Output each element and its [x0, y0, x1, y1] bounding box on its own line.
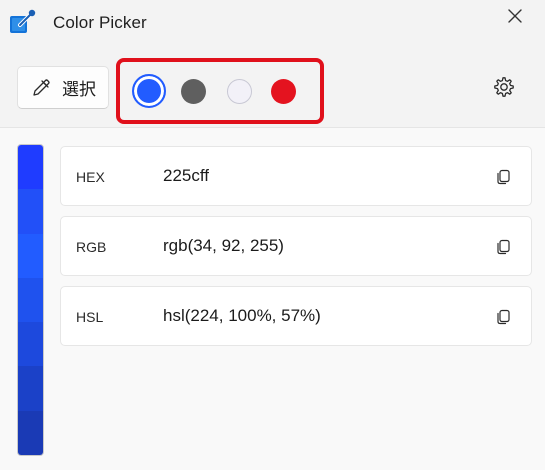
close-icon	[508, 8, 522, 28]
swatch-gray[interactable]	[181, 79, 206, 104]
color-details: HEX 225cff RGB rgb(34, 92, 255) HSL hsl(…	[0, 128, 545, 470]
recent-colors-group	[116, 58, 324, 124]
hsl-row: HSL hsl(224, 100%, 57%)	[60, 286, 532, 346]
format-label: HSL	[76, 309, 104, 325]
copy-icon[interactable]	[493, 307, 513, 327]
pick-button-label: 選択	[62, 80, 96, 99]
format-label: HEX	[76, 169, 105, 185]
eyedropper-icon	[31, 78, 51, 98]
format-label: RGB	[76, 239, 107, 255]
gear-icon	[492, 75, 516, 104]
copy-icon[interactable]	[493, 167, 513, 187]
color-shade-segment[interactable]	[18, 366, 43, 411]
color-shade-segment[interactable]	[18, 145, 43, 190]
color-shade-segment[interactable]	[18, 233, 43, 278]
color-shade-segment[interactable]	[18, 410, 43, 455]
rgb-value: rgb(34, 92, 255)	[163, 236, 284, 255]
toolbar: 選択	[0, 48, 545, 128]
color-shade-segment[interactable]	[18, 277, 43, 323]
hex-value: 225cff	[163, 166, 210, 185]
rgb-row: RGB rgb(34, 92, 255)	[60, 216, 532, 276]
close-button[interactable]	[499, 4, 531, 32]
color-shade-segment[interactable]	[18, 322, 43, 367]
title-bar: Color Picker	[0, 0, 545, 48]
hsl-value: hsl(224, 100%, 57%)	[163, 306, 321, 325]
color-shades-bar	[17, 144, 44, 456]
color-picker-icon	[8, 8, 38, 38]
copy-icon[interactable]	[493, 237, 513, 257]
settings-button[interactable]	[484, 69, 524, 109]
swatch-red[interactable]	[271, 79, 296, 104]
window-title: Color Picker	[53, 13, 147, 32]
swatch-blue[interactable]	[132, 74, 166, 108]
color-shade-segment[interactable]	[18, 189, 43, 234]
swatch-white[interactable]	[227, 79, 252, 104]
pick-color-button[interactable]: 選択	[17, 66, 109, 109]
hex-row: HEX 225cff	[60, 146, 532, 206]
